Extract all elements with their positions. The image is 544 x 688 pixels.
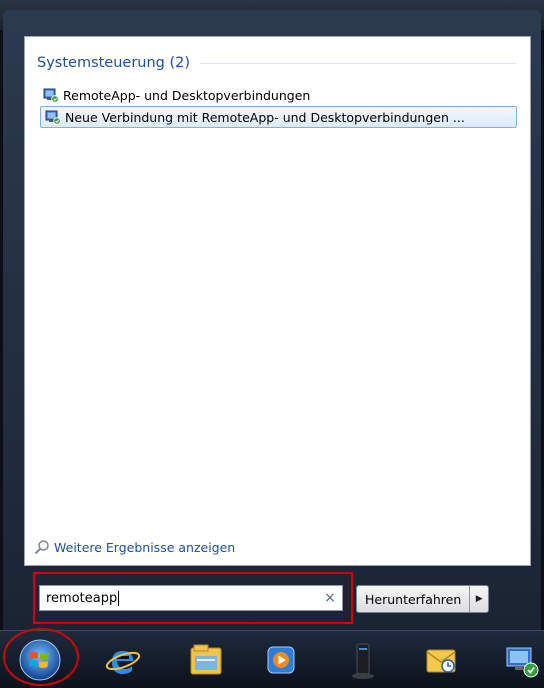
remote-desktop-icon: [45, 110, 61, 125]
remote-desktop-icon: [43, 88, 59, 103]
taskbar: [0, 628, 544, 688]
start-menu-bottom-bar: remoteapp × Herunterfahren ▶: [24, 565, 529, 635]
remote-desktop-icon[interactable]: [498, 637, 544, 683]
media-player-icon[interactable]: [258, 637, 304, 683]
more-results-label: Weitere Ergebnisse anzeigen: [54, 539, 236, 555]
search-input[interactable]: remoteapp ×: [39, 585, 343, 611]
windows-start-orb-icon[interactable]: [17, 637, 63, 683]
result-item-remoteapp[interactable]: RemoteApp- und Desktopverbindungen: [39, 84, 310, 106]
file-explorer-icon[interactable]: [183, 637, 229, 683]
result-item-new-connection[interactable]: Neue Verbindung mit RemoteApp- und Deskt…: [40, 106, 517, 128]
start-menu: Systemsteuerung (2) RemoteApp- und Deskt…: [3, 10, 541, 632]
shutdown-control: Herunterfahren ▶: [356, 585, 490, 613]
result-group-header[interactable]: Systemsteuerung (2): [37, 52, 516, 74]
group-title: Systemsteuerung (2): [37, 55, 191, 71]
result-label: RemoteApp- und Desktopverbindungen: [63, 87, 311, 103]
clear-search-icon[interactable]: ×: [318, 590, 342, 606]
more-results-link[interactable]: Weitere Ergebnisse anzeigen: [34, 539, 235, 555]
search-input-value: remoteapp: [46, 590, 120, 606]
result-label: Neue Verbindung mit RemoteApp- und Deskt…: [65, 109, 465, 125]
shutdown-options-arrow-icon[interactable]: ▶: [469, 586, 488, 612]
shutdown-button[interactable]: Herunterfahren: [357, 586, 469, 612]
internet-explorer-icon[interactable]: [100, 637, 146, 683]
group-divider: [200, 62, 516, 64]
search-results-pane: Systemsteuerung (2) RemoteApp- und Deskt…: [24, 36, 531, 566]
server-icon[interactable]: [340, 637, 386, 683]
search-icon: [34, 540, 49, 555]
outlook-icon[interactable]: [418, 637, 464, 683]
